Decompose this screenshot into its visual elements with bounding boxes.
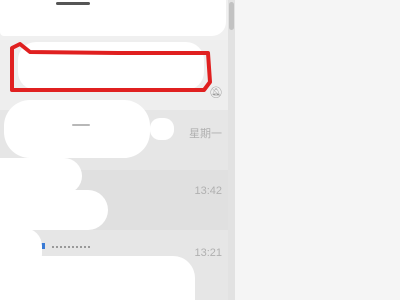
redaction	[60, 126, 120, 140]
redaction-residue	[72, 124, 90, 126]
redaction	[0, 158, 82, 194]
chat-time: 星期一	[189, 128, 222, 140]
redaction	[0, 190, 108, 230]
redaction	[0, 256, 195, 300]
chat-content-pane	[235, 0, 400, 300]
scrollbar-track[interactable]	[228, 0, 235, 300]
highlight-annotation	[10, 42, 212, 92]
message-preview-dots	[52, 246, 90, 248]
scrollbar-thumb[interactable]	[229, 2, 234, 30]
redaction	[150, 118, 174, 140]
chat-list-pane: 🔕︎ 星期一 13:42 13:21	[0, 0, 228, 300]
chat-time: 13:21	[194, 247, 222, 259]
chat-time: 13:42	[194, 185, 222, 197]
